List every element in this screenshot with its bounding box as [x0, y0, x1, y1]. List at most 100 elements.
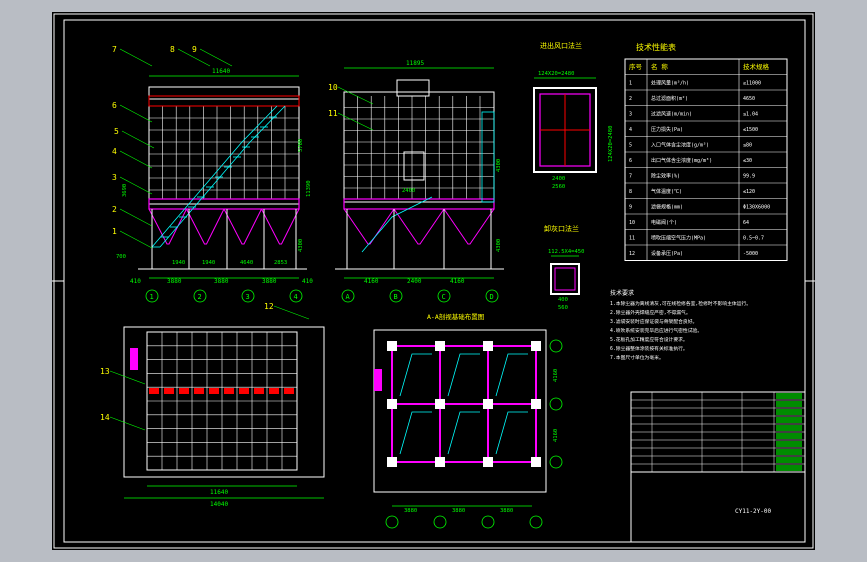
parts-list-material-cell — [776, 425, 802, 431]
tech-table-cell: Φ130X6000 — [743, 205, 770, 211]
tech-table-cell: 滤袋规格(mm) — [651, 204, 683, 211]
front-panel-grid — [149, 106, 299, 199]
front-callout-leader — [119, 208, 153, 227]
side-top-dim: 11895 — [406, 60, 424, 67]
tech-table-cell: 64 — [743, 220, 749, 226]
plan-ladder — [130, 348, 138, 370]
tech-table-cell: 名 称 — [651, 62, 668, 71]
front-height-dim-2: 4300 — [298, 239, 304, 252]
cad-drawing: 11640 410 3880 3880 3880 410 1940 1940 4… — [52, 13, 815, 549]
tech-table-cell: 喷吹压缩空气压力(MPa) — [651, 235, 706, 242]
outlet-detail-title: 卸灰口法兰 — [544, 224, 579, 233]
front-valve-row — [148, 95, 300, 107]
front-height-dim-1: 5700 — [298, 139, 304, 152]
note-line: 7.本图尺寸单位为毫米。 — [610, 354, 664, 361]
foundation-pier — [435, 341, 445, 351]
foundation-pier — [483, 341, 493, 351]
plan-valve-row — [149, 388, 294, 394]
parts-list-material-cell — [776, 417, 802, 423]
front-axis-label: 2 — [198, 293, 202, 301]
plan-pulse-valve — [224, 388, 234, 394]
front-callout-label: 7 — [112, 45, 117, 54]
outlet-inner-dim-0: 400 — [558, 297, 568, 303]
note-line: 5.花板孔加工精度应符合设计要求。 — [610, 336, 688, 343]
front-height-dim-3: 3690 — [122, 184, 128, 197]
plan-callout-label: 13 — [100, 367, 110, 376]
front-overall-dim-4: 410 — [302, 278, 313, 285]
front-callout-label: 1 — [112, 227, 117, 236]
side-height-dim-2: 4300 — [496, 239, 502, 252]
side-ladder-cage — [481, 111, 495, 203]
outlet-flange-inner — [554, 267, 576, 291]
plan-dim-1: 14040 — [210, 501, 228, 508]
tech-table-cell: 8 — [629, 189, 632, 195]
foundation-pier — [531, 457, 541, 467]
tech-table-cell: 3 — [629, 112, 632, 118]
foundation-side-dim-1: 4160 — [553, 429, 559, 442]
technical-notes: 技术要求 1.本除尘器为离线清灰,可在线检修各室,检修时不影响主体运行。 2.除尘… — [610, 289, 751, 361]
tech-table-cell: 电磁阀(个) — [651, 219, 677, 226]
plan-callout-leader — [109, 416, 146, 431]
front-axis-label: 3 — [246, 293, 250, 301]
technical-spec-table: 技术性能表 序号名 称 技术规格 1 处理风量(m³/h) ≥11000 2 总过滤面积(m… — [624, 42, 788, 261]
foundation-brace — [399, 411, 432, 455]
side-stair-stringer — [361, 196, 433, 253]
foundation-brace — [447, 353, 480, 397]
plan-pulse-valve — [194, 388, 204, 394]
tech-table-cell: 7 — [629, 174, 632, 180]
tech-table-cell: 处理风量(m³/h) — [651, 80, 689, 87]
inlet-detail-title: 进出风口法兰 — [540, 41, 582, 50]
side-stair — [361, 111, 495, 253]
tech-table-cell: 气体温度(℃) — [651, 188, 682, 195]
plan-pulse-valve — [209, 388, 219, 394]
front-callout-leader — [119, 150, 153, 169]
tech-table-cell: -5000 — [743, 251, 758, 257]
front-stair — [151, 105, 286, 248]
tech-table-cell: 压力损失(Pa) — [651, 126, 683, 133]
tech-table-cell: 除尘效率(%) — [651, 173, 680, 180]
tech-table-cell: ≤120 — [743, 189, 755, 195]
tech-table-cell: 技术规格 — [743, 62, 770, 71]
side-elevation-view: 11895 4160 2400 4160 2400 4300 4300 10 11… — [328, 60, 504, 303]
front-bottom-dim-1: 1940 — [202, 260, 215, 266]
plan-pulse-valve — [239, 388, 249, 394]
foundation-brace — [399, 353, 432, 397]
tech-table-cell: 1 — [629, 81, 632, 87]
foundation-brace — [495, 353, 528, 397]
plan-bag-grid — [147, 332, 297, 470]
side-callout-label: 10 — [328, 83, 338, 92]
parts-list-material-cell — [776, 465, 802, 471]
plan-pulse-valve — [254, 388, 264, 394]
outlet-top-dim: 112.5X4=450 — [548, 249, 584, 255]
tech-table-body: 序号名 称技术规格1 处理风量(m³/h) ≥110002 总过滤面积(m²) 4650… — [624, 58, 788, 261]
side-platform — [343, 198, 495, 210]
plan-pulse-valve — [284, 388, 294, 394]
side-panel-grid — [344, 96, 494, 199]
tech-table-cell: 99.9 — [743, 174, 755, 180]
note-line: 2.除尘器外壳焊缝应严密,不得漏气。 — [610, 309, 691, 316]
inlet-inner-dim-1: 2560 — [552, 184, 565, 190]
front-callout-label: 2 — [112, 205, 117, 214]
tech-table-cell: 序号 — [629, 62, 643, 71]
front-hopper — [148, 208, 187, 245]
side-callouts: 10 11 — [328, 83, 374, 131]
foundation-axis-bubble — [549, 397, 563, 411]
drawing-number: CY11-2Y-00 — [735, 508, 772, 515]
foundation-axis-bubble — [481, 515, 495, 529]
front-bottom-dim-3: 2853 — [274, 260, 287, 266]
tech-table-title: 技术性能表 — [636, 42, 676, 52]
parts-list-material-cell — [776, 457, 802, 463]
front-axis-label: 4 — [294, 293, 298, 301]
foundation-side-dim-0: 4160 — [553, 369, 559, 382]
front-roof — [148, 86, 300, 100]
side-overall-dim-2: 4160 — [450, 278, 465, 285]
plan-callout-label: 14 — [100, 413, 110, 422]
tech-table-cell: 10 — [629, 220, 635, 226]
front-stair-stringer — [151, 105, 278, 248]
plan-pulse-valve — [179, 388, 189, 394]
inlet-top-dim: 124X20=2480 — [538, 71, 574, 77]
front-axis-label: 1 — [150, 293, 154, 301]
tech-table-cell: 12 — [629, 251, 635, 257]
front-bottom-dim-0: 1940 — [172, 260, 185, 266]
side-access-door — [403, 151, 425, 181]
